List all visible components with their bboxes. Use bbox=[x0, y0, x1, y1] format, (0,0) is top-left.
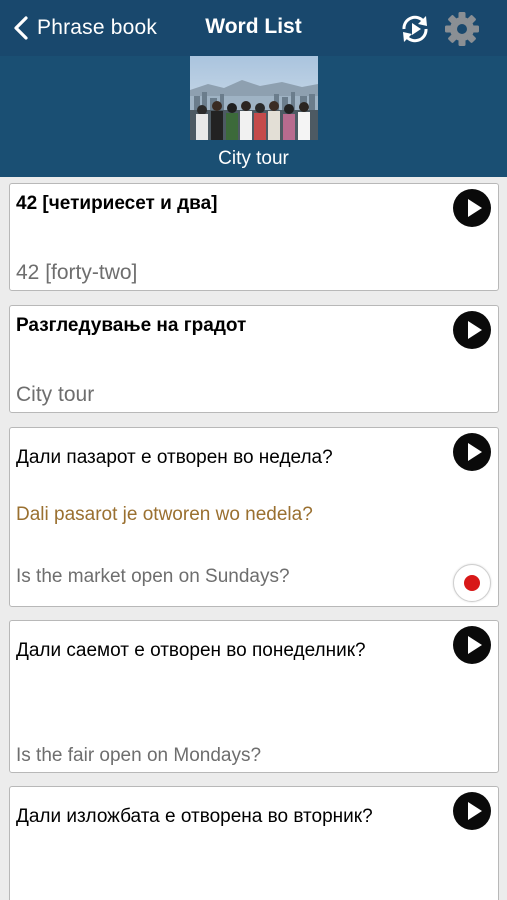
phrase-english: Is the market open on Sundays? bbox=[16, 566, 290, 587]
back-button[interactable]: Phrase book bbox=[12, 14, 157, 42]
phrase-native: Разгледување на градот bbox=[16, 315, 247, 336]
phrase-card: Разгледување на градот City tour bbox=[9, 305, 499, 413]
phrase-english: City tour bbox=[16, 383, 95, 406]
back-button-label: Phrase book bbox=[37, 16, 158, 39]
lesson-image bbox=[190, 56, 318, 140]
lesson-header: City tour bbox=[0, 56, 507, 177]
gear-icon bbox=[445, 12, 479, 46]
phrase-native: Дали саемот е отворен во понеделник? bbox=[16, 640, 366, 661]
play-button[interactable] bbox=[453, 189, 491, 227]
app-screen: Phrase book Word List City tour 42 [чети… bbox=[0, 0, 507, 900]
record-button[interactable] bbox=[453, 564, 491, 602]
settings-button[interactable] bbox=[443, 10, 481, 48]
city-tour-photo bbox=[190, 56, 318, 140]
phrase-card: Дали саемот е отворен во понеделник? Is … bbox=[9, 620, 499, 773]
phrase-english: 42 [forty-two] bbox=[16, 261, 138, 284]
phrase-native: 42 [четириесет и два] bbox=[16, 193, 218, 214]
replay-icon bbox=[402, 15, 428, 43]
play-button[interactable] bbox=[453, 626, 491, 664]
navigation-bar: Phrase book Word List bbox=[0, 0, 507, 56]
phrase-transliteration: Dali pasarot je otworen wo nedela? bbox=[16, 504, 313, 525]
phrase-card: Дали пазарот е отворен во недела? Dali p… bbox=[9, 427, 499, 607]
phrase-native: Дали изложбата е отворена во вторник? bbox=[16, 806, 373, 827]
play-button[interactable] bbox=[453, 433, 491, 471]
phrase-native: Дали пазарот е отворен во недела? bbox=[16, 447, 333, 468]
phrase-english: Is the fair open on Mondays? bbox=[16, 745, 262, 766]
chevron-left-icon bbox=[14, 16, 28, 40]
phrase-card: 42 [четириесет и два] 42 [forty-two] bbox=[9, 183, 499, 291]
lesson-title: City tour bbox=[218, 148, 289, 169]
phrase-card: Дали изложбата е отворена во вторник? bbox=[9, 786, 499, 900]
play-button[interactable] bbox=[453, 792, 491, 830]
play-button[interactable] bbox=[453, 311, 491, 349]
replay-button[interactable] bbox=[396, 10, 434, 48]
